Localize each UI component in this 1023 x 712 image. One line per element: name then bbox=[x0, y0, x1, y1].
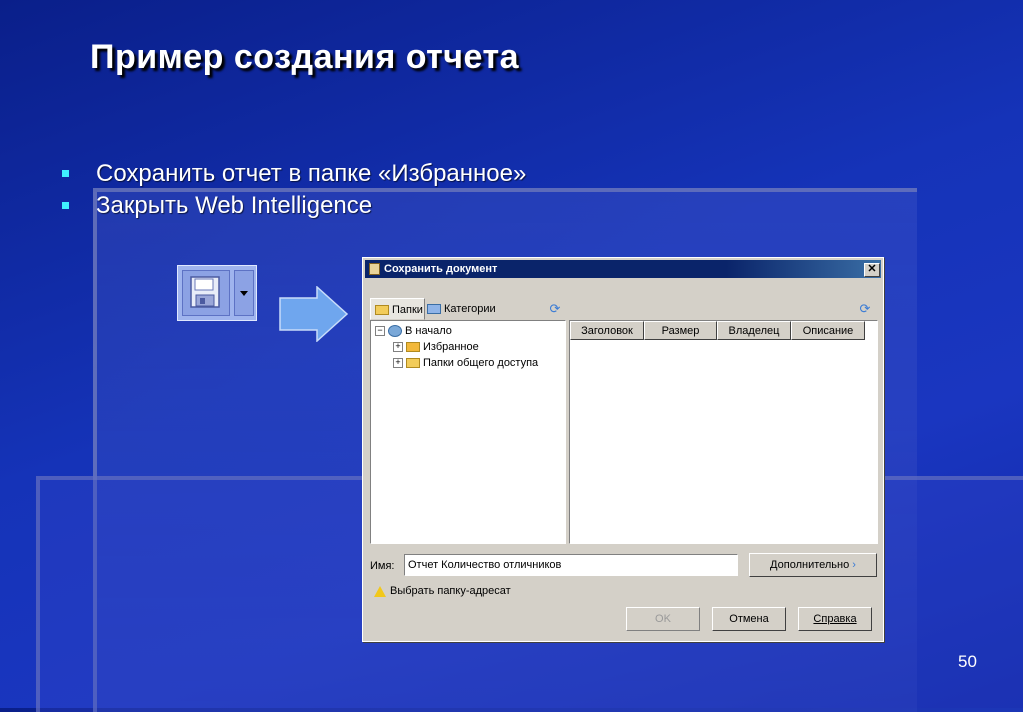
bullet-text: Закрыть Web Intelligence bbox=[96, 192, 373, 219]
caret-down-icon bbox=[240, 291, 248, 296]
advanced-button[interactable]: Дополнительно › bbox=[749, 553, 877, 577]
name-input[interactable] bbox=[404, 554, 738, 576]
tab-label: Категории bbox=[444, 303, 496, 315]
name-label: Имя: bbox=[370, 560, 395, 572]
cancel-button[interactable]: Отмена bbox=[712, 607, 786, 631]
floppy-disk-icon bbox=[190, 276, 220, 308]
categories-icon bbox=[427, 304, 441, 315]
save-button[interactable] bbox=[182, 270, 230, 316]
column-header-size[interactable]: Размер bbox=[644, 321, 717, 340]
bullet-item: Закрыть Web Intelligence bbox=[62, 190, 526, 222]
warning-icon bbox=[374, 585, 386, 597]
bullet-square-icon bbox=[62, 170, 69, 177]
tree-label: Папки общего доступа bbox=[423, 357, 539, 369]
tree-item-public-folders[interactable]: + Папки общего доступа bbox=[393, 355, 538, 371]
page-number: 50 bbox=[958, 652, 977, 671]
tab-folders[interactable]: Папки bbox=[370, 298, 425, 320]
document-list[interactable]: Заголовок Размер Владелец Описание bbox=[569, 320, 878, 544]
tree-item-home[interactable]: − В начало bbox=[375, 323, 452, 339]
advanced-label: Дополнительно bbox=[770, 559, 850, 571]
close-button[interactable]: ✕ bbox=[864, 263, 880, 277]
warning-message: Выбрать папку-адресат bbox=[374, 585, 511, 597]
column-header-title[interactable]: Заголовок bbox=[570, 321, 644, 340]
tree-label: Избранное bbox=[423, 341, 479, 353]
app-icon bbox=[369, 263, 380, 275]
save-dropdown-button[interactable] bbox=[234, 270, 254, 316]
refresh-list-icon[interactable]: ⟳ bbox=[858, 302, 872, 316]
tab-label: Папки bbox=[392, 304, 423, 316]
folder-icon bbox=[375, 305, 389, 316]
refresh-folders-icon[interactable]: ⟳ bbox=[548, 302, 562, 316]
bullet-list: Сохранить отчет в папке «Избранное» Закр… bbox=[62, 158, 526, 222]
slide-title: Пример создания отчета bbox=[90, 38, 520, 76]
folder-icon bbox=[406, 358, 420, 369]
bullet-square-icon bbox=[62, 202, 69, 209]
help-button[interactable]: Справка bbox=[798, 607, 872, 631]
home-globe-icon bbox=[388, 325, 402, 338]
column-header-description[interactable]: Описание bbox=[791, 321, 865, 340]
save-toolbar-button[interactable] bbox=[177, 265, 257, 321]
right-arrow-icon bbox=[279, 286, 349, 342]
expand-icon[interactable]: + bbox=[393, 342, 403, 353]
expand-icon[interactable]: + bbox=[393, 358, 403, 369]
warning-text: Выбрать папку-адресат bbox=[390, 585, 511, 597]
collapse-icon[interactable]: − bbox=[375, 326, 385, 337]
folder-tree[interactable]: − В начало + Избранное + Папки общего досту… bbox=[370, 320, 566, 544]
bullet-text: Сохранить отчет в папке «Избранное» bbox=[96, 160, 527, 187]
ok-button[interactable]: OK bbox=[626, 607, 700, 631]
dialog-title: Сохранить документ bbox=[384, 263, 498, 275]
favorites-folder-icon bbox=[406, 342, 420, 353]
tree-label: В начало bbox=[405, 325, 452, 337]
tree-item-favorites[interactable]: + Избранное bbox=[393, 339, 479, 355]
column-header-owner[interactable]: Владелец bbox=[717, 321, 791, 340]
bullet-item: Сохранить отчет в папке «Избранное» bbox=[62, 158, 526, 190]
chevron-right-icon: › bbox=[852, 559, 856, 571]
dialog-titlebar[interactable]: Сохранить документ ✕ bbox=[365, 260, 881, 278]
tab-categories[interactable]: Категории bbox=[427, 298, 527, 320]
save-document-dialog: Сохранить документ ✕ Папки Категории ⟳ ⟳… bbox=[362, 257, 884, 642]
